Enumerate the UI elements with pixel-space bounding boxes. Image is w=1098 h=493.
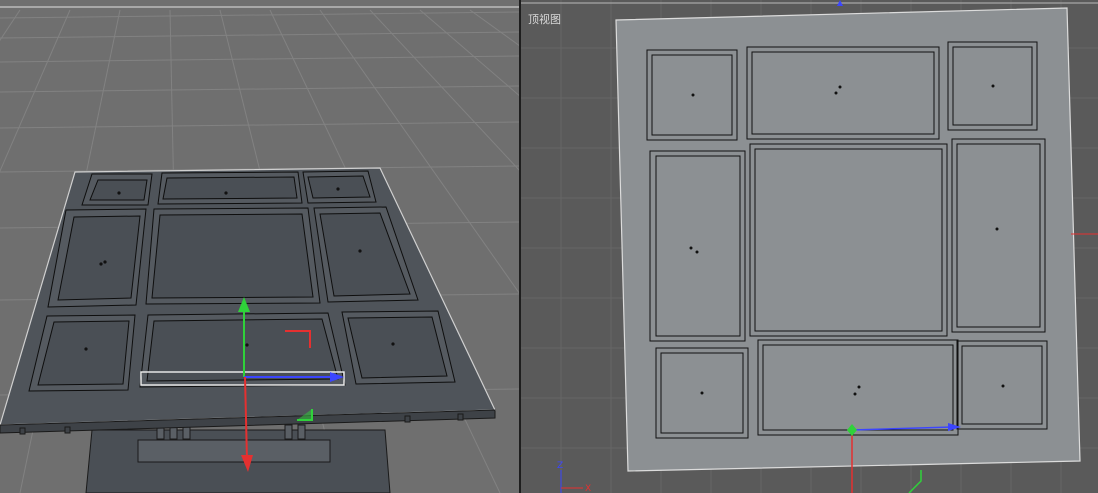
svg-text:Z: Z — [557, 461, 563, 471]
perspective-viewport[interactable] — [0, 0, 519, 493]
perspective-canvas — [0, 6, 519, 493]
viewport-label[interactable]: 顶视图 — [528, 11, 561, 27]
top-base-plate — [615, 7, 1081, 472]
axis-gizmo-icon: Z X — [557, 461, 591, 493]
top-canvas: Z X — [521, 0, 1098, 493]
top-viewport[interactable]: Z X 顶视图 — [521, 0, 1098, 493]
svg-text:X: X — [585, 484, 591, 493]
pedestal-block — [137, 439, 331, 463]
